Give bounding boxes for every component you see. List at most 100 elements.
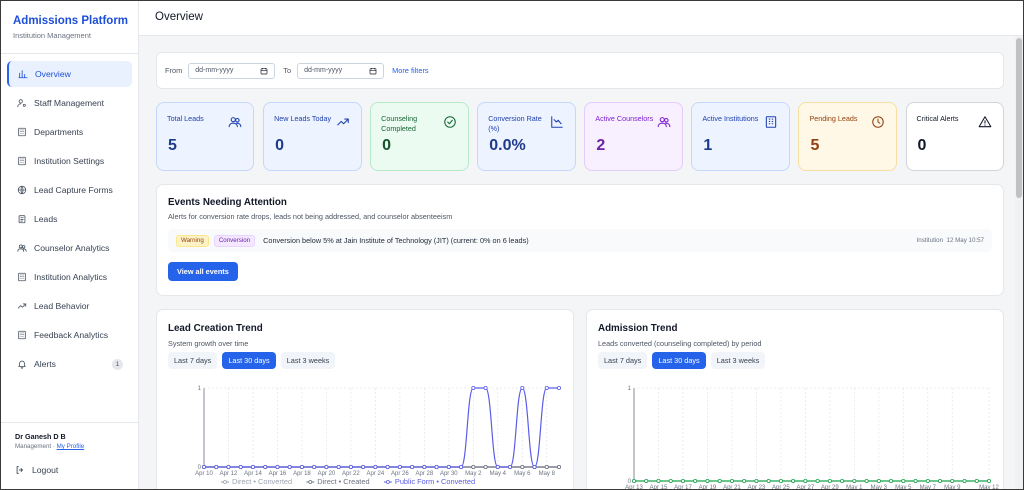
x-tick-label: May 9 [944,485,961,489]
event-row[interactable]: Warning Conversion Conversion below 5% a… [168,229,992,252]
clipboard-icon [18,215,25,224]
stat-icon-wrap [336,115,350,129]
scrollbar-thumb[interactable] [1016,38,1022,198]
data-point [693,479,698,484]
data-point [471,465,476,470]
my-profile-link[interactable]: My Profile [57,443,85,450]
user-box: Dr Ganesh D B Management · My Profile [1,422,138,459]
data-point [974,479,979,484]
legend-label: Direct • Created [317,477,369,486]
more-filters-link[interactable]: More filters [392,66,429,75]
stat-value: 0 [382,137,392,154]
data-point [250,465,255,470]
lead-trend-subtitle: System growth over time [168,339,249,348]
app-window: Admissions Platform Institution Manageme… [0,0,1024,490]
lead-trend-title: Lead Creation Trend [168,323,263,334]
events-title: Events Needing Attention [168,197,287,208]
event-text: Conversion below 5% at Jain Institute of… [263,236,529,245]
admission-trend-range-buttons: Last 7 days Last 30 days Last 3 weeks [598,352,766,369]
user-role: Management · My Profile [15,443,124,450]
sidebar-item-feedback-analytics[interactable]: Feedback Analytics [7,322,132,348]
stat-label: Active Counselors [595,114,654,123]
range-last-7-days[interactable]: Last 7 days [168,352,218,369]
data-point [986,479,991,484]
sidebar-item-departments[interactable]: Departments [7,119,132,145]
to-date-input[interactable]: dd-mm-yyyy [297,62,385,79]
data-point [275,465,280,470]
user-cog-icon [16,98,27,109]
conversion-tag: Conversion [213,234,256,247]
range-last-3-weeks[interactable]: Last 3 weeks [280,352,336,369]
alert-triangle-icon [978,116,992,128]
x-tick-label: Apr 19 [699,485,717,489]
sidebar-item-lead-capture-forms[interactable]: Lead Capture Forms [7,177,132,203]
x-tick-label: May 8 [539,471,556,477]
stat-value: 5 [168,137,177,154]
sidebar-item-overview[interactable]: Overview [7,61,132,87]
data-point [656,479,661,484]
data-point [644,479,649,484]
stat-label: Active Institutions [702,114,759,123]
sidebar-item-label: Counselor Analytics [34,243,110,253]
sidebar-item-leads[interactable]: Leads [7,206,132,232]
stat-icon-wrap [550,115,564,129]
logout-label: Logout [32,465,59,475]
admission-trend-card: Admission Trend Leads converted (counsel… [586,309,1004,489]
data-point [632,479,637,484]
sidebar-item-institution-analytics[interactable]: Institution Analytics [7,264,132,290]
stat-card-active-institutions: Active Institutions 1 [691,102,790,171]
data-point [950,479,955,484]
admission-trend-chart: Apr 13 Apr 15 Apr 17 Apr 19 Apr 21 Apr 23 Apr … [625,386,999,489]
data-point [840,479,845,484]
data-point [729,479,734,484]
series-line [203,387,559,468]
stat-label: Conversion Rate (%) [488,114,542,133]
building-icon [16,127,27,138]
stat-label: Critical Alerts [916,114,959,123]
data-point [544,385,549,390]
page-title: Overview [139,1,1023,36]
data-point [778,479,783,484]
sidebar-item-label: Alerts [34,359,56,369]
stat-value: 2 [596,137,606,154]
sidebar-item-label: Feedback Analytics [34,330,109,340]
sidebar-item-alerts[interactable]: Alerts 1 [7,351,132,377]
data-point [803,479,808,484]
from-label: From [165,66,183,75]
stat-value: 1 [703,137,713,154]
range-last-30-days[interactable]: Last 30 days [652,352,706,369]
legend-marker [385,480,390,484]
bar-chart-icon [17,69,28,80]
sidebar-item-lead-behavior[interactable]: Lead Behavior [7,293,132,319]
admission-trend-title: Admission Trend [598,323,678,334]
stat-icon-wrap [443,115,457,129]
trend-up-icon [336,118,349,126]
logout-button[interactable]: Logout [15,465,58,475]
data-point [483,465,488,470]
chart-down-icon [550,116,563,128]
data-point [312,465,317,470]
sidebar-item-institution-settings[interactable]: Institution Settings [7,148,132,174]
warning-tag: Warning [176,234,209,247]
data-point [287,465,292,470]
legend-marker [223,480,227,484]
range-last-30-days[interactable]: Last 30 days [222,352,276,369]
from-date-input[interactable]: dd-mm-yyyy [188,62,276,79]
range-last-7-days[interactable]: Last 7 days [598,352,648,369]
data-point [925,479,930,484]
stat-card-pending-leads: Pending Leads 5 [798,102,897,171]
users-icon [16,243,27,254]
events-subtitle: Alerts for conversion rate drops, leads … [168,212,453,221]
vertical-scrollbar[interactable] [1015,36,1023,489]
sidebar-item-staff-management[interactable]: Staff Management [7,90,132,116]
data-point [336,465,341,470]
range-last-3-weeks[interactable]: Last 3 weeks [710,352,766,369]
stat-card-total-leads: Total Leads 5 [156,102,255,171]
sidebar-item-counselor-analytics[interactable]: Counselor Analytics [7,235,132,261]
globe-icon [16,185,27,196]
x-tick-label: Apr 10 [195,471,213,477]
stat-icon-wrap [657,115,671,129]
view-all-events-button[interactable]: View all events [168,262,238,281]
logout-icon [16,466,24,474]
data-point [214,465,219,470]
